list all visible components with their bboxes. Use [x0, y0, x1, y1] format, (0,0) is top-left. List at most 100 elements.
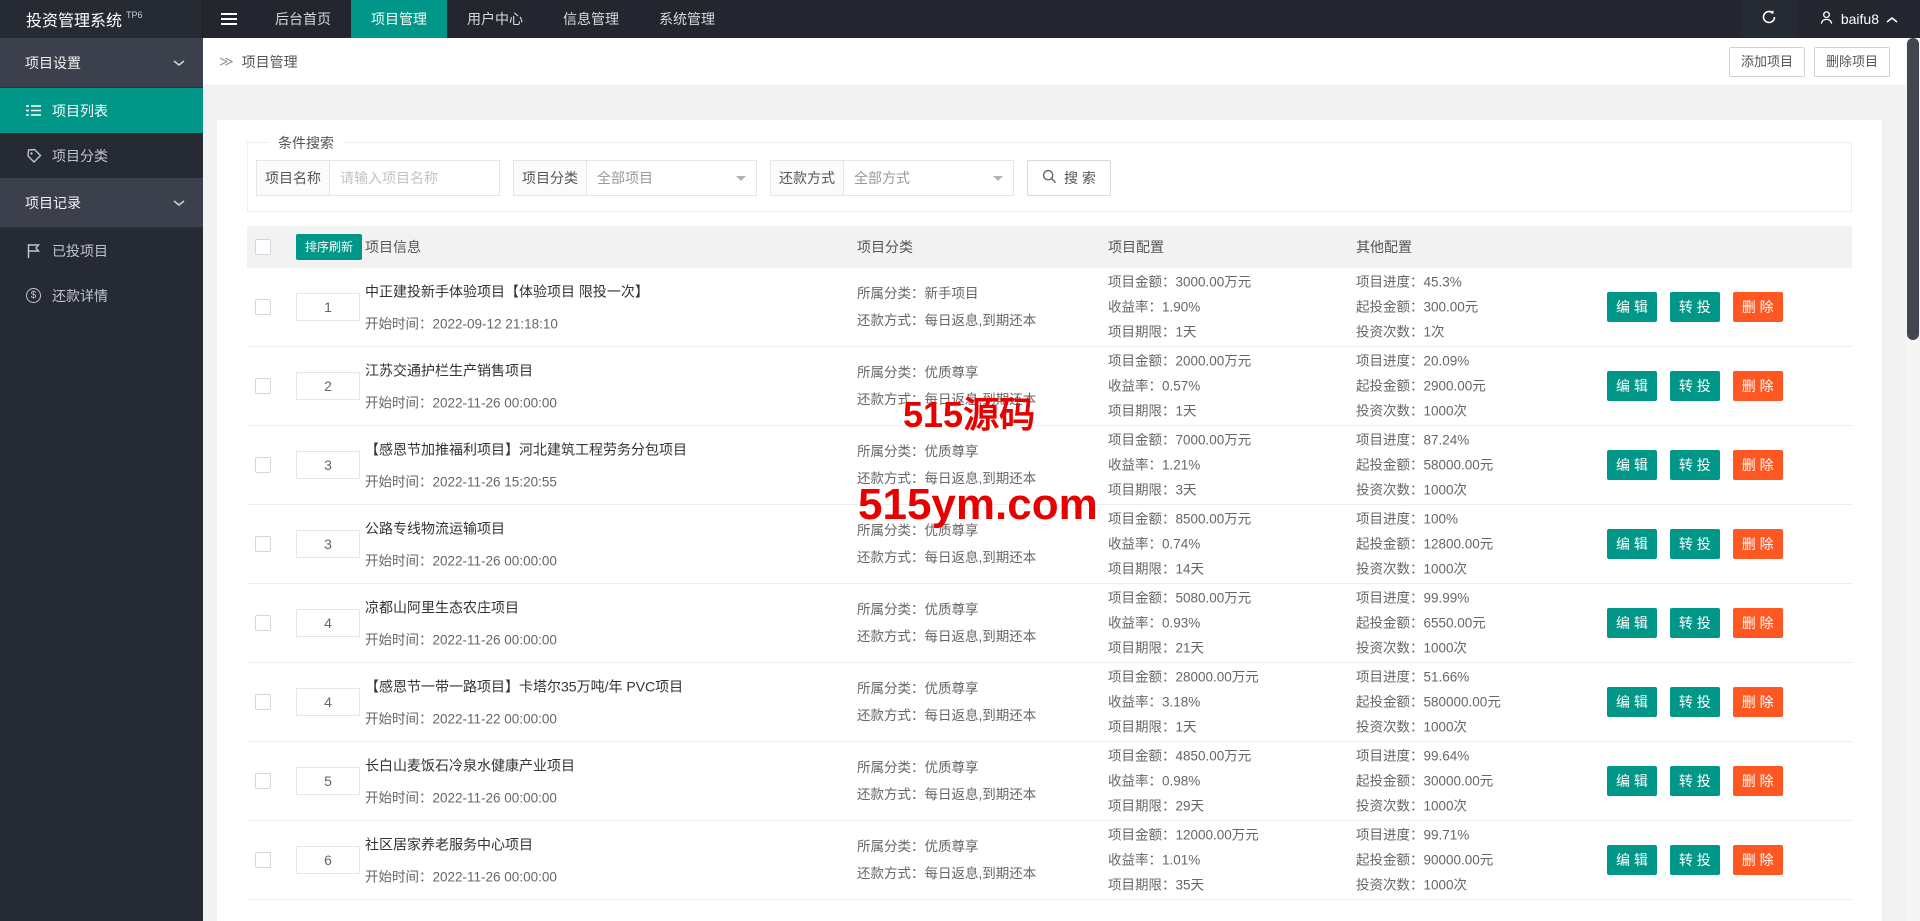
edit-button[interactable]: 编 辑 [1607, 608, 1657, 638]
project-start-time: 开始时间：2022-11-26 00:00:00 [365, 787, 575, 807]
edit-button[interactable]: 编 辑 [1607, 687, 1657, 717]
row-order-input[interactable] [296, 372, 360, 400]
delete-project-button[interactable]: 删除项目 [1814, 47, 1890, 77]
reinvest-button[interactable]: 转 投 [1670, 845, 1720, 875]
row-order-input[interactable] [296, 530, 360, 558]
project-start-time: 开始时间：2022-11-26 15:20:55 [365, 471, 687, 491]
row-order-input[interactable] [296, 609, 360, 637]
nav-item-info[interactable]: 信息管理 [543, 0, 639, 38]
project-repay-method: 还款方式：每日返息,到期还本 [857, 706, 1036, 725]
reinvest-button[interactable]: 转 投 [1670, 292, 1720, 322]
project-info-cell: 江苏交通护栏生产销售项目 开始时间：2022-11-26 00:00:00 [365, 361, 557, 412]
project-term: 项目期限：1天 [1108, 718, 1259, 737]
project-repay-method: 还款方式：每日返息,到期还本 [857, 785, 1036, 804]
flag-icon [25, 242, 42, 259]
row-order-input[interactable] [296, 688, 360, 716]
delete-button[interactable]: 删 除 [1733, 845, 1783, 875]
reinvest-button[interactable]: 转 投 [1670, 687, 1720, 717]
edit-button[interactable]: 编 辑 [1607, 292, 1657, 322]
edit-button[interactable]: 编 辑 [1607, 371, 1657, 401]
row-order-input[interactable] [296, 846, 360, 874]
scrollbar-thumb[interactable] [1907, 38, 1919, 340]
sort-refresh-button[interactable]: 排序刷新 [296, 234, 362, 260]
project-name-input[interactable] [330, 160, 500, 196]
reinvest-button[interactable]: 转 投 [1670, 529, 1720, 559]
row-checkbox[interactable] [255, 694, 271, 710]
nav-item-projects[interactable]: 项目管理 [351, 0, 447, 38]
project-rate: 收益率：0.57% [1108, 377, 1251, 396]
row-actions: 编 辑 转 投 删 除 [1607, 450, 1783, 480]
nav-item-users[interactable]: 用户中心 [447, 0, 543, 38]
search-icon [1042, 169, 1057, 187]
project-info-cell: 公路专线物流运输项目 开始时间：2022-11-26 00:00:00 [365, 519, 557, 570]
project-category-label: 项目分类 [513, 160, 587, 196]
edit-button[interactable]: 编 辑 [1607, 766, 1657, 796]
row-checkbox[interactable] [255, 299, 271, 315]
nav-item-home[interactable]: 后台首页 [255, 0, 351, 38]
row-checkbox[interactable] [255, 378, 271, 394]
reinvest-button[interactable]: 转 投 [1670, 450, 1720, 480]
project-progress: 项目进度：99.99% [1356, 589, 1486, 608]
row-checkbox[interactable] [255, 615, 271, 631]
row-checkbox[interactable] [255, 773, 271, 789]
sidebar-item-invested-projects[interactable]: 已投项目 [0, 228, 203, 273]
add-project-button[interactable]: 添加项目 [1729, 47, 1805, 77]
row-order-input[interactable] [296, 451, 360, 479]
delete-button[interactable]: 删 除 [1733, 687, 1783, 717]
col-header-project-info: 项目信息 [365, 226, 421, 268]
project-category: 所属分类：优质尊享 [857, 600, 1036, 619]
delete-button[interactable]: 删 除 [1733, 292, 1783, 322]
project-progress: 项目进度：20.09% [1356, 352, 1486, 371]
reinvest-button[interactable]: 转 投 [1670, 608, 1720, 638]
delete-button[interactable]: 删 除 [1733, 608, 1783, 638]
row-checkbox[interactable] [255, 852, 271, 868]
repay-method-select[interactable]: 全部方式 [844, 160, 1014, 196]
search-button[interactable]: 搜 索 [1027, 160, 1111, 196]
project-category-select[interactable]: 全部项目 [587, 160, 757, 196]
nav-item-system[interactable]: 系统管理 [639, 0, 735, 38]
project-repay-method: 还款方式：每日返息,到期还本 [857, 627, 1036, 646]
delete-button[interactable]: 删 除 [1733, 450, 1783, 480]
delete-button[interactable]: 删 除 [1733, 371, 1783, 401]
table-row: 社区居家养老服务中心项目 开始时间：2022-11-26 00:00:00 所属… [247, 821, 1852, 900]
project-progress: 项目进度：87.24% [1356, 431, 1493, 450]
delete-button[interactable]: 删 除 [1733, 766, 1783, 796]
project-amount: 项目金额：5080.00万元 [1108, 589, 1251, 608]
scrollbar-track [1906, 38, 1920, 921]
sidebar-group-project-records[interactable]: 项目记录 [0, 178, 203, 228]
edit-button[interactable]: 编 辑 [1607, 450, 1657, 480]
row-actions: 编 辑 转 投 删 除 [1607, 371, 1783, 401]
row-actions: 编 辑 转 投 删 除 [1607, 845, 1783, 875]
col-header-config: 项目配置 [1108, 226, 1164, 268]
row-checkbox[interactable] [255, 457, 271, 473]
project-other-config-cell: 项目进度：100% 起投金额：12800.00元 投资次数：1000次 [1356, 510, 1493, 579]
project-invest-count: 投资次数：1000次 [1356, 639, 1486, 658]
delete-button[interactable]: 删 除 [1733, 529, 1783, 559]
refresh-button[interactable] [1741, 0, 1797, 38]
edit-button[interactable]: 编 辑 [1607, 529, 1657, 559]
project-term: 项目期限：21天 [1108, 639, 1251, 658]
project-rate: 收益率：1.90% [1108, 298, 1251, 317]
reinvest-button[interactable]: 转 投 [1670, 766, 1720, 796]
reinvest-button[interactable]: 转 投 [1670, 371, 1720, 401]
project-amount: 项目金额：3000.00万元 [1108, 273, 1251, 292]
menu-collapse-icon[interactable] [203, 0, 255, 38]
sidebar-item-project-category[interactable]: 项目分类 [0, 133, 203, 178]
project-title: 【感恩节加推福利项目】河北建筑工程劳务分包项目 [365, 440, 687, 460]
select-all-checkbox[interactable] [255, 239, 271, 255]
sidebar-item-repayment-details[interactable]: $ 还款详情 [0, 273, 203, 318]
app-logo-version: TP6 [126, 10, 143, 20]
search-fieldset: 条件搜索 项目名称 项目分类 全部项目 还款方式 全部方式 [247, 142, 1852, 212]
username: baifu8 [1841, 11, 1879, 27]
sidebar-item-label: 还款详情 [52, 286, 108, 306]
edit-button[interactable]: 编 辑 [1607, 845, 1657, 875]
sidebar-item-project-list[interactable]: 项目列表 [0, 88, 203, 133]
row-order-input[interactable] [296, 767, 360, 795]
project-other-config-cell: 项目进度：87.24% 起投金额：58000.00元 投资次数：1000次 [1356, 431, 1493, 500]
sidebar-group-project-settings[interactable]: 项目设置 [0, 38, 203, 88]
row-order-input[interactable] [296, 293, 360, 321]
project-min-invest: 起投金额：6550.00元 [1356, 614, 1486, 633]
user-menu[interactable]: baifu8 [1797, 0, 1920, 38]
row-checkbox[interactable] [255, 536, 271, 552]
watermark-text: 515源码 [903, 386, 1035, 438]
